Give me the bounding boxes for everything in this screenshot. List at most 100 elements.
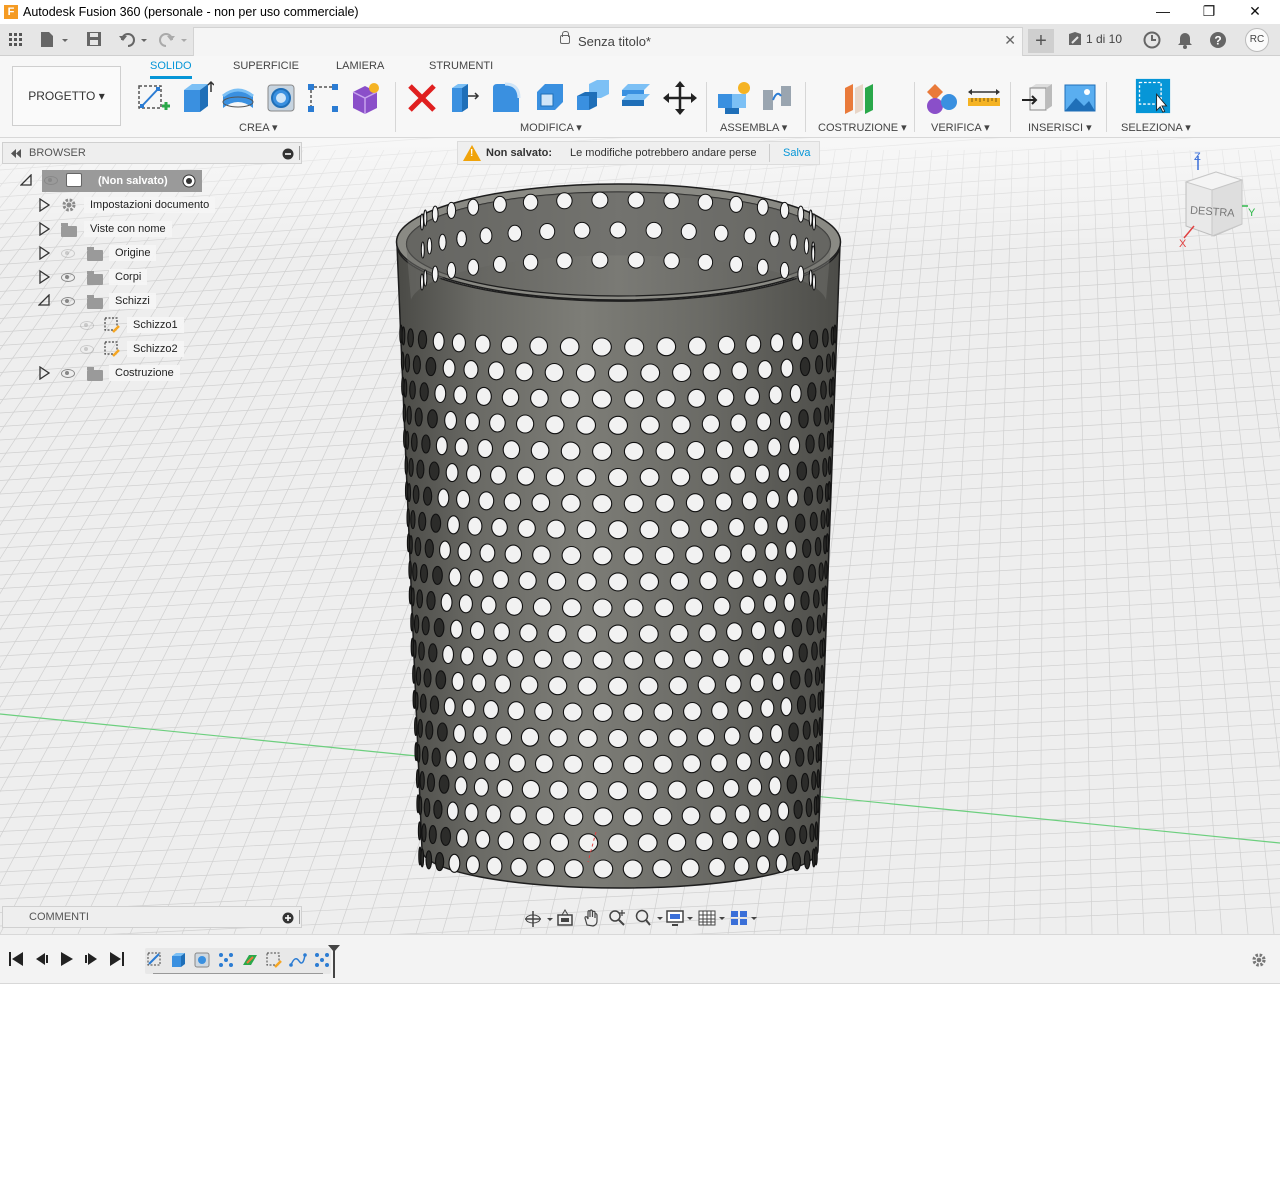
timeline-pattern-icon[interactable] — [217, 951, 235, 969]
file-menu-icon[interactable] — [40, 31, 70, 49]
timeline-marker-handle[interactable] — [327, 944, 341, 980]
sweep-icon[interactable] — [263, 80, 299, 116]
create-sketch-icon[interactable] — [136, 80, 172, 116]
insert-derive-icon[interactable] — [1020, 80, 1056, 116]
combine-icon[interactable] — [575, 80, 611, 116]
viewports-icon[interactable] — [730, 909, 760, 927]
minimize-button[interactable]: — — [1140, 0, 1186, 24]
document-tab[interactable]: Senza titolo* ✕ — [193, 27, 1023, 56]
timeline-emboss-icon[interactable] — [241, 951, 259, 969]
offset-plane-icon[interactable] — [841, 80, 877, 116]
hidden-eye-icon[interactable] — [61, 249, 75, 258]
tree-item-document-settings[interactable]: Impostazioni documento — [84, 195, 216, 215]
tab-superficie[interactable]: SUPERFICIE — [233, 60, 299, 72]
hidden-eye-icon[interactable] — [80, 321, 94, 330]
timeline-extrude-icon[interactable] — [169, 951, 187, 969]
panel-grip[interactable] — [299, 146, 300, 160]
close-tab-icon[interactable]: ✕ — [1004, 32, 1016, 49]
tab-solido[interactable]: SOLIDO — [150, 60, 192, 79]
view-cube[interactable]: DESTRA Z Y X — [1170, 150, 1260, 250]
tab-strumenti[interactable]: STRUMENTI — [429, 60, 493, 72]
timeline-shell-icon[interactable] — [193, 951, 211, 969]
expand-triangle-open-icon[interactable] — [38, 294, 50, 306]
add-comment-icon[interactable] — [282, 912, 294, 924]
zoom-window-icon[interactable] — [634, 909, 664, 927]
visibility-eye-icon[interactable] — [61, 273, 75, 282]
save-link[interactable]: Salva — [783, 147, 811, 159]
interference-icon[interactable] — [923, 80, 959, 116]
tree-item-sketch2[interactable]: Schizzo2 — [127, 339, 184, 359]
expand-triangle-icon[interactable] — [38, 366, 50, 380]
revolve-icon[interactable] — [220, 80, 256, 116]
tree-item-origin[interactable]: Origine — [109, 243, 157, 263]
timeline-sketch-icon[interactable] — [146, 951, 164, 969]
close-button[interactable]: ✕ — [1232, 0, 1278, 24]
look-at-icon[interactable] — [556, 909, 574, 927]
select-icon[interactable] — [1135, 78, 1175, 118]
expand-triangle-icon[interactable] — [38, 222, 50, 236]
job-status-icon[interactable] — [1067, 31, 1083, 47]
restore-button[interactable]: ❐ — [1186, 0, 1232, 24]
inserisci-group-label[interactable]: INSERISCI ▾ — [1028, 121, 1092, 134]
new-tab-button[interactable]: + — [1028, 29, 1054, 53]
go-to-start-icon[interactable] — [8, 951, 26, 967]
visibility-eye-icon[interactable] — [44, 176, 58, 185]
timeline-path-icon[interactable] — [289, 951, 307, 969]
user-avatar[interactable]: RC — [1245, 28, 1269, 52]
settings-gear-icon[interactable] — [1250, 951, 1268, 969]
assembla-group-label[interactable]: ASSEMBLA ▾ — [720, 121, 787, 134]
tree-item-named-views[interactable]: Viste con nome — [84, 219, 172, 239]
grid-apps-icon[interactable] — [9, 33, 23, 47]
hidden-eye-icon[interactable] — [80, 345, 94, 354]
new-component-icon[interactable] — [716, 80, 752, 116]
browser-header[interactable]: BROWSER — [2, 142, 302, 164]
visibility-eye-icon[interactable] — [61, 369, 75, 378]
workspace-switcher[interactable]: PROGETTO ▾ — [12, 66, 121, 126]
step-forward-icon[interactable] — [82, 951, 100, 967]
expand-triangle-open-icon[interactable] — [20, 174, 32, 186]
step-back-icon[interactable] — [33, 951, 51, 967]
help-icon[interactable]: ? — [1209, 31, 1227, 49]
seleziona-group-label[interactable]: SELEZIONA ▾ — [1121, 121, 1191, 134]
crea-group-label[interactable]: CREA ▾ — [239, 121, 278, 134]
root-node-label[interactable]: (Non salvato) — [98, 175, 168, 187]
clock-icon[interactable] — [1143, 31, 1161, 49]
form-sculpt-icon[interactable] — [347, 80, 383, 116]
tree-item-sketch1[interactable]: Schizzo1 — [127, 315, 184, 335]
move-icon[interactable] — [662, 80, 698, 116]
shell-icon[interactable] — [618, 80, 654, 116]
expand-triangle-icon[interactable] — [38, 198, 50, 212]
collapse-panel-icon[interactable] — [10, 149, 22, 158]
modifica-group-label[interactable]: MODIFICA ▾ — [520, 121, 582, 134]
display-settings-icon[interactable] — [666, 909, 696, 927]
jobs-counter[interactable]: 1 di 10 — [1086, 32, 1122, 46]
zoom-icon[interactable] — [608, 909, 626, 927]
tree-item-sketches[interactable]: Schizzi — [109, 291, 156, 311]
joint-icon[interactable] — [759, 80, 795, 116]
tab-lamiera[interactable]: LAMIERA — [336, 60, 384, 72]
3d-scene[interactable] — [0, 138, 1280, 934]
press-pull-icon[interactable] — [446, 80, 482, 116]
orbit-icon[interactable] — [524, 910, 554, 928]
activate-radio-icon[interactable] — [182, 174, 196, 188]
tree-item-bodies[interactable]: Corpi — [109, 267, 148, 287]
delete-icon[interactable] — [404, 80, 440, 116]
play-icon[interactable] — [58, 951, 76, 967]
expand-triangle-icon[interactable] — [38, 246, 50, 260]
pan-hand-icon[interactable] — [582, 909, 600, 927]
fillet-icon[interactable] — [489, 80, 525, 116]
pattern-icon[interactable] — [305, 80, 341, 116]
visibility-eye-icon[interactable] — [61, 297, 75, 306]
go-to-end-icon[interactable] — [107, 951, 125, 967]
timeline-sketch2-icon[interactable] — [265, 951, 283, 969]
costruzione-group-label[interactable]: COSTRUZIONE ▾ — [818, 121, 907, 134]
expand-triangle-icon[interactable] — [38, 270, 50, 284]
verifica-group-label[interactable]: VERIFICA ▾ — [931, 121, 990, 134]
save-icon[interactable] — [86, 31, 102, 47]
panel-grip[interactable] — [299, 910, 300, 924]
tree-item-construction[interactable]: Costruzione — [109, 363, 180, 383]
insert-image-icon[interactable] — [1062, 80, 1098, 116]
chamfer-icon[interactable] — [531, 80, 567, 116]
grid-settings-icon[interactable] — [698, 909, 728, 927]
extrude-icon[interactable] — [178, 80, 215, 116]
